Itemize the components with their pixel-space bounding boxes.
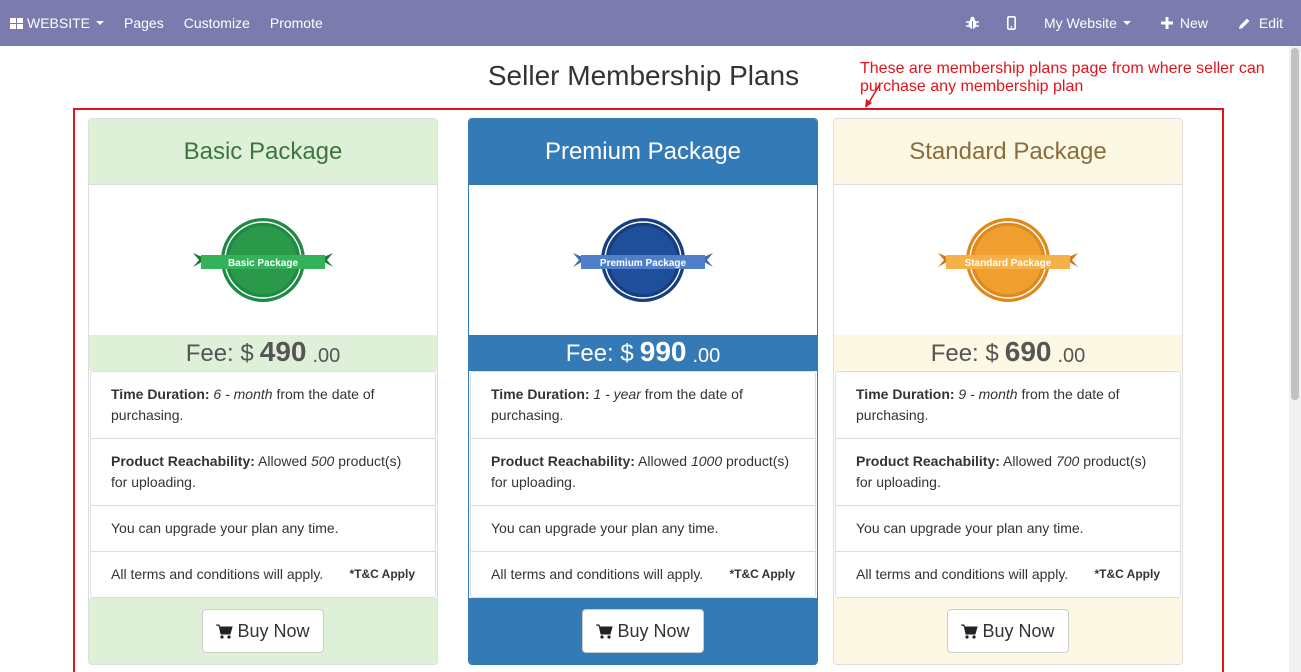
plan-title: Standard Package	[834, 119, 1182, 185]
fee-label: Fee:	[565, 340, 614, 367]
fee-currency: $	[620, 340, 634, 367]
scrollbar-thumb[interactable]	[1291, 48, 1299, 400]
feature-reachability: Product Reachability: Allowed 700 produc…	[836, 439, 1180, 506]
badge-label: Premium Package	[600, 258, 687, 269]
edit-label: Edit	[1258, 15, 1283, 31]
plan-title: Basic Package	[89, 119, 437, 185]
edit-button[interactable]: Edit	[1223, 0, 1301, 46]
plan-features: Time Duration: 6 - month from the date o…	[90, 371, 436, 598]
buy-now-button[interactable]: Buy Now	[947, 609, 1069, 653]
fee-currency: $	[240, 340, 254, 367]
badge-icon: Basic Package	[193, 218, 333, 302]
plan-fee: Fee: $ 990 .00	[469, 335, 817, 371]
buy-now-label: Buy Now	[982, 620, 1055, 641]
feature-duration: Time Duration: 6 - month from the date o…	[91, 372, 435, 439]
feature-duration: Time Duration: 9 - month from the date o…	[836, 372, 1180, 439]
badge-label: Basic Package	[228, 258, 298, 269]
fee-amount: 690	[1004, 336, 1052, 367]
badge-label: Standard Package	[965, 258, 1052, 269]
website-menu-label: WEBSITE	[27, 15, 91, 31]
buy-now-button[interactable]: Buy Now	[582, 609, 704, 653]
chevron-down-icon	[96, 21, 105, 25]
feature-terms: All terms and conditions will apply. *T&C…	[91, 552, 435, 597]
website-menu[interactable]: WEBSITE	[0, 0, 114, 46]
buy-now-label: Buy Now	[237, 620, 310, 641]
plan-fee: Fee: $ 690 .00	[834, 335, 1182, 371]
fee-amount: 490	[259, 336, 307, 367]
plan-fee: Fee: $ 490 .00	[89, 335, 437, 371]
cart-icon	[961, 624, 979, 639]
fee-label: Fee:	[930, 340, 979, 367]
my-website-menu[interactable]: My Website	[1030, 0, 1145, 46]
new-label: New	[1179, 15, 1208, 31]
fee-currency: $	[985, 340, 999, 367]
mobile-preview-button[interactable]	[993, 0, 1030, 46]
tc-link: *T&C Apply	[729, 567, 795, 581]
grid-icon	[10, 17, 23, 29]
tc-link: *T&C Apply	[1094, 567, 1160, 581]
bug-icon	[965, 16, 979, 29]
chevron-down-icon	[1122, 21, 1131, 25]
plan-features: Time Duration: 9 - month from the date o…	[835, 371, 1181, 598]
badge-icon: Standard Package	[938, 218, 1078, 302]
customize-menu[interactable]: Customize	[174, 0, 260, 46]
plus-icon	[1160, 17, 1173, 29]
buy-now-label: Buy Now	[617, 620, 690, 641]
fee-cents: .00	[312, 345, 341, 367]
feature-duration: Time Duration: 1 - year from the date of…	[471, 372, 815, 439]
new-button[interactable]: New	[1145, 0, 1224, 46]
plan-features: Time Duration: 1 - year from the date of…	[470, 371, 816, 598]
plan-card-premium: Premium Package Premium Package Fee: $ 9…	[468, 118, 818, 665]
feature-terms: All terms and conditions will apply. *T&C…	[836, 552, 1180, 597]
plan-badge: Standard Package	[834, 185, 1182, 335]
cart-icon	[596, 624, 614, 639]
plan-title: Premium Package	[469, 119, 817, 185]
top-navbar: WEBSITE Pages Customize Promote My Websi…	[0, 0, 1301, 46]
pencil-icon	[1238, 18, 1250, 29]
feature-upgrade: You can upgrade your plan any time.	[471, 506, 815, 552]
annotation-text: These are membership plans page from whe…	[860, 60, 1265, 95]
plan-card-basic: Basic Package Basic Package Fee: $ 490 .…	[88, 118, 438, 665]
fee-amount: 990	[639, 336, 687, 367]
my-website-label: My Website	[1043, 15, 1117, 31]
plan-footer: Buy Now	[834, 598, 1182, 664]
buy-now-button[interactable]: Buy Now	[202, 609, 324, 653]
badge-icon: Premium Package	[573, 218, 713, 302]
mobile-icon	[1006, 16, 1016, 30]
fee-cents: .00	[1057, 345, 1086, 367]
plan-badge: Basic Package	[89, 185, 437, 335]
plan-footer: Buy Now	[89, 598, 437, 664]
feature-terms: All terms and conditions will apply. *T&C…	[471, 552, 815, 597]
plan-badge: Premium Package	[469, 185, 817, 335]
feature-upgrade: You can upgrade your plan any time.	[836, 506, 1180, 552]
pages-menu[interactable]: Pages	[114, 0, 174, 46]
tc-link: *T&C Apply	[349, 567, 415, 581]
feature-upgrade: You can upgrade your plan any time.	[91, 506, 435, 552]
debug-button[interactable]	[952, 0, 993, 46]
feature-reachability: Product Reachability: Allowed 500 produc…	[91, 439, 435, 506]
promote-menu[interactable]: Promote	[260, 0, 333, 46]
feature-reachability: Product Reachability: Allowed 1000 produ…	[471, 439, 815, 506]
plan-footer: Buy Now	[469, 598, 817, 664]
fee-label: Fee:	[185, 340, 234, 367]
plan-card-standard: Standard Package Standard Package Fee: $…	[833, 118, 1183, 665]
fee-cents: .00	[692, 345, 721, 367]
cart-icon	[216, 624, 234, 639]
